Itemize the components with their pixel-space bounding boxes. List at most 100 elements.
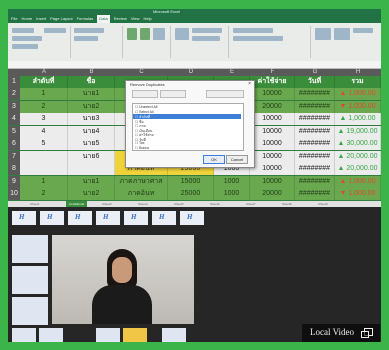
cell-f[interactable]: 10000 — [250, 88, 295, 100]
cell-g[interactable]: ######## — [295, 125, 335, 138]
cell-g[interactable]: ######## — [295, 150, 335, 163]
unselect-all-button[interactable] — [160, 90, 186, 98]
ribbon-tab-data[interactable]: Data — [97, 15, 110, 23]
cell-b[interactable]: นาย3 — [68, 113, 115, 125]
row-number[interactable]: 7 — [8, 150, 20, 163]
cell-h[interactable]: ▲ 19,000.00 — [335, 125, 381, 138]
cell-b[interactable]: ชื่อ — [68, 76, 115, 88]
cell-h[interactable]: ▼ 1,000.00 — [335, 100, 381, 113]
get-data-button[interactable] — [12, 28, 34, 33]
what-if-button[interactable] — [233, 28, 273, 33]
column-header-b[interactable]: B — [68, 69, 115, 76]
participant-thumbnail[interactable]: H — [40, 211, 64, 225]
from-text-button[interactable] — [12, 36, 42, 41]
cell-f[interactable]: 10000 — [250, 150, 295, 163]
cell-a[interactable] — [20, 163, 68, 175]
row-number[interactable]: 1 — [8, 76, 20, 88]
participant-tile[interactable] — [123, 328, 147, 342]
cell-a[interactable]: ลำดับที่ — [20, 76, 68, 88]
cell-a[interactable]: 1 — [20, 175, 68, 188]
participant-thumbnail[interactable]: H — [96, 211, 120, 225]
column-header-c[interactable]: C — [115, 69, 168, 76]
participant-tile[interactable] — [12, 235, 48, 263]
cell-b[interactable]: นาย1 — [68, 88, 115, 100]
formula-bar[interactable] — [8, 61, 381, 69]
cell-a[interactable] — [20, 150, 68, 163]
cancel-button[interactable]: Cancel — [226, 155, 248, 164]
cell-g[interactable]: ######## — [295, 113, 335, 125]
cell-g[interactable]: ######## — [295, 175, 335, 188]
cell-h[interactable]: ▼ 1,000.00 — [335, 188, 381, 200]
group-icon[interactable] — [315, 28, 331, 40]
column-header-h[interactable]: H — [335, 69, 381, 76]
cell-c[interactable]: ภาคอินท — [115, 188, 168, 200]
cell-g[interactable]: ######## — [295, 100, 335, 113]
cell-f[interactable]: 10000 — [250, 138, 295, 150]
popout-icon[interactable] — [361, 328, 373, 338]
ungroup-icon[interactable] — [334, 28, 350, 40]
participant-tile[interactable] — [39, 328, 63, 342]
cell-f[interactable]: 20000 — [250, 100, 295, 113]
select-all-button[interactable] — [132, 90, 158, 98]
cell-f[interactable]: 10000 — [250, 125, 295, 138]
ribbon-tab-help[interactable]: Help — [143, 15, 151, 23]
ribbon-tab-review[interactable]: Review — [114, 15, 127, 23]
column-header-f[interactable]: F — [250, 69, 295, 76]
cell-f[interactable]: 10000 — [250, 113, 295, 125]
participant-thumbnail[interactable]: H — [180, 211, 204, 225]
participant-tile[interactable] — [12, 297, 48, 325]
cell-a[interactable]: 2 — [20, 100, 68, 113]
cell-b[interactable]: นาย2 — [68, 100, 115, 113]
cell-a[interactable]: 2 — [20, 188, 68, 200]
cell-f[interactable]: 10000 — [250, 175, 295, 188]
cell-g[interactable]: ######## — [295, 88, 335, 100]
participant-tile[interactable] — [96, 328, 120, 342]
row-number[interactable]: 3 — [8, 100, 20, 113]
cell-d[interactable]: 25000 — [168, 188, 214, 200]
sort-button[interactable] — [140, 28, 150, 40]
row-number[interactable]: 10 — [8, 188, 20, 200]
cell-g[interactable]: ######## — [295, 138, 335, 150]
remove-duplicates-button[interactable] — [192, 28, 222, 33]
cell-h[interactable]: ▲ 1,000.00 — [335, 88, 381, 100]
active-speaker-video[interactable] — [52, 235, 194, 324]
cell-f[interactable]: 10000 — [250, 163, 295, 175]
cell-d[interactable]: 15000 — [168, 175, 214, 188]
cell-h[interactable]: ▲ 1,000.00 — [335, 113, 381, 125]
ribbon-tab-insert[interactable]: Insert — [36, 15, 46, 23]
cell-g[interactable]: ######## — [295, 188, 335, 200]
row-number[interactable]: 4 — [8, 113, 20, 125]
cell-c[interactable]: ภาคภาษาศาส — [115, 175, 168, 188]
row-number[interactable]: 2 — [8, 88, 20, 100]
participant-tile[interactable] — [162, 328, 186, 342]
cell-b[interactable]: นาย4 — [68, 125, 115, 138]
cell-h[interactable]: ▲ 30,000.00 — [335, 138, 381, 150]
data-validation-button[interactable] — [192, 36, 220, 41]
headers-checkbox[interactable] — [206, 90, 244, 98]
queries-button[interactable] — [74, 28, 104, 33]
cell-h[interactable]: ▲ 20,000.00 — [335, 150, 381, 163]
row-number[interactable]: 5 — [8, 125, 20, 138]
sort-az-icon[interactable] — [127, 28, 137, 40]
participant-thumbnail[interactable]: H — [152, 211, 176, 225]
cell-a[interactable]: 3 — [20, 113, 68, 125]
cell-b[interactable]: นาย1 — [68, 175, 115, 188]
cell-f[interactable]: 20000 — [250, 188, 295, 200]
ribbon-tab-home[interactable]: Home — [21, 15, 32, 23]
column-header-e[interactable]: E — [214, 69, 250, 76]
column-checkbox-item[interactable]: ☐ Bonus — [135, 146, 149, 151]
close-icon[interactable]: × — [248, 81, 251, 87]
column-checkbox-item[interactable]: ☐ ลำดับที่ — [133, 114, 241, 119]
column-header-d[interactable]: D — [168, 69, 214, 76]
cell-a[interactable]: 4 — [20, 125, 68, 138]
ribbon-tab-view[interactable]: View — [131, 15, 140, 23]
cell-b[interactable] — [68, 163, 115, 175]
from-web-button[interactable] — [12, 44, 38, 49]
cell-e[interactable]: 1000 — [214, 175, 250, 188]
cell-b[interactable]: นาย6 — [68, 150, 115, 163]
participant-thumbnail[interactable]: H — [124, 211, 148, 225]
ok-button[interactable]: OK — [203, 155, 225, 164]
ribbon-tab-page-layout[interactable]: Page Layout — [50, 15, 72, 23]
row-number[interactable]: 6 — [8, 138, 20, 150]
ribbon-tab-formulas[interactable]: Formulas — [77, 15, 94, 23]
